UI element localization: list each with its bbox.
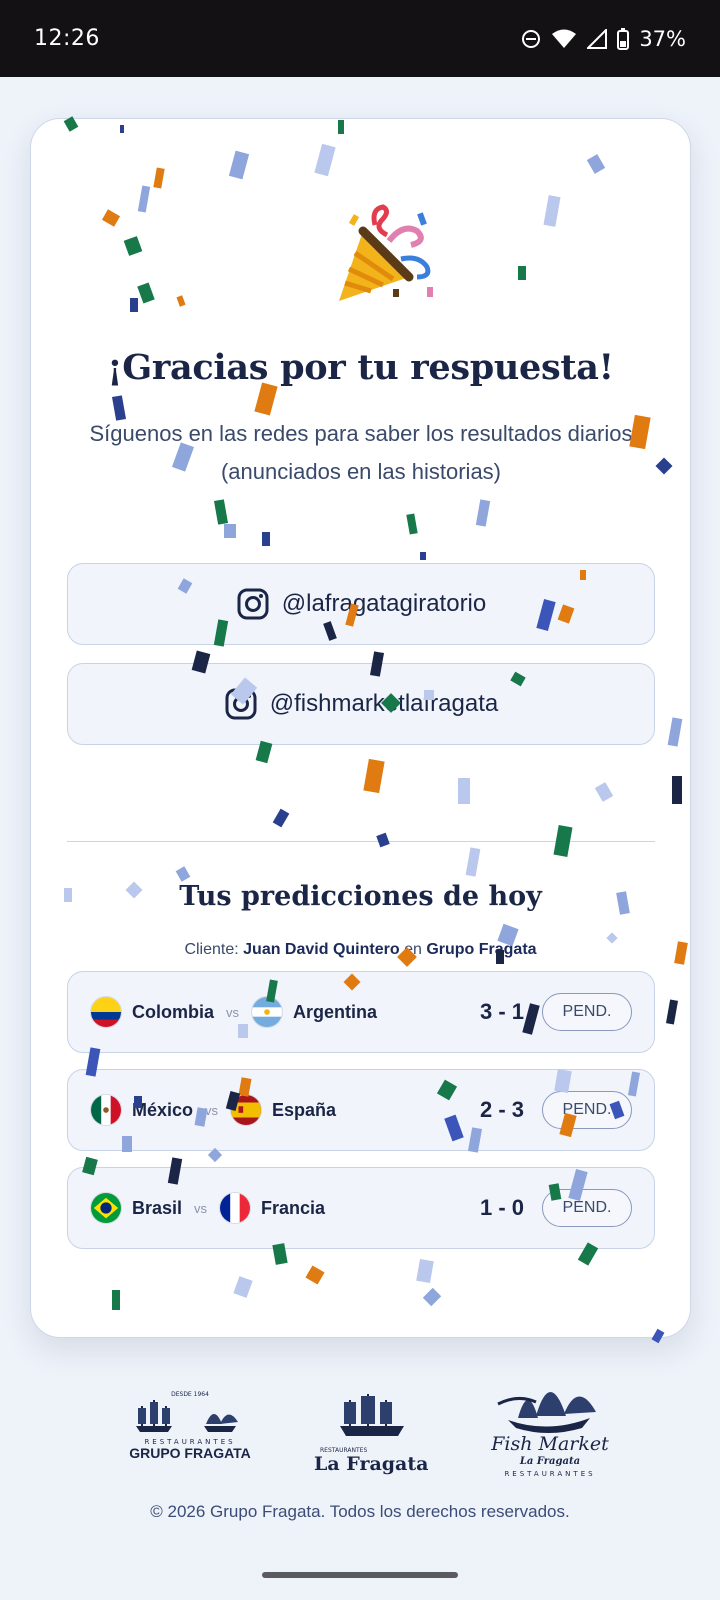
thanks-subtitle: Síguenos en las redes para saber los res… <box>89 421 633 484</box>
instagram-icon <box>237 588 269 620</box>
match-row: México vs España 2 - 3 PEND. <box>67 1069 655 1151</box>
social-handle: @fishmarketlafragata <box>269 690 499 717</box>
vs-label: vs <box>194 1200 208 1216</box>
social-link-lafragatagiratorio[interactable]: @lafragatagiratorio <box>67 563 655 645</box>
grupo-since: DESDE 1964 <box>171 1391 209 1398</box>
predictions-title: Tus predicciones de hoy <box>179 881 542 912</box>
client-company: Grupo Fragata <box>426 941 537 958</box>
france-flag-icon <box>219 1192 252 1224</box>
match-row: Colombia vs Argentina 3 - 1 PEND. <box>67 971 655 1053</box>
status-badge: PEND. <box>542 1189 632 1227</box>
fish-sub: La Fragata <box>519 1456 580 1467</box>
argentina-flag-icon <box>251 996 284 1028</box>
wifi-icon <box>552 29 577 48</box>
social-handle: @lafragatagiratorio <box>281 590 487 617</box>
grupo-name: GRUPO FRAGATA <box>129 1445 251 1461</box>
away-team: Argentina <box>293 1001 378 1022</box>
section-divider <box>67 841 655 842</box>
dnd-icon <box>522 29 541 48</box>
status-icons: 37% <box>521 27 686 51</box>
brand-logos: DESDE 1964 RESTAURANTES GRUPO FRAGATA RE… <box>0 1380 720 1500</box>
instagram-icon <box>225 688 257 720</box>
client-name: Juan David Quintero <box>243 941 400 958</box>
brazil-flag-icon <box>90 1192 122 1224</box>
fish-rest: RESTAURANTES <box>504 1470 595 1478</box>
footer-copyright: © 2026 Grupo Fragata. Todos los derechos… <box>150 1502 570 1521</box>
status-bar: 12:26 37% <box>0 0 720 77</box>
party-popper-icon <box>339 204 433 301</box>
match-score: 3 - 1 <box>479 999 524 1024</box>
battery-icon <box>617 27 630 50</box>
home-team: Colombia <box>132 1001 215 1022</box>
client-line: Cliente: Juan David Quintero en Grupo Fr… <box>31 941 690 959</box>
la-fragata-logo: RESTAURANTES La Fragata <box>314 1394 428 1475</box>
away-team: Francia <box>261 1197 326 1218</box>
status-badge: PEND. <box>542 1091 632 1129</box>
home-indicator[interactable] <box>262 1572 458 1578</box>
signal-icon <box>587 28 608 49</box>
grupo-fragata-logo: DESDE 1964 RESTAURANTES GRUPO FRAGATA <box>129 1391 251 1461</box>
fish-name: Fish Market <box>490 1433 609 1455</box>
away-team: España <box>272 1099 337 1120</box>
fish-market-logo: Fish Market La Fragata RESTAURANTES <box>490 1392 609 1478</box>
spain-flag-icon <box>230 1094 263 1126</box>
status-time: 12:26 <box>34 26 100 51</box>
home-team: Brasil <box>132 1197 183 1218</box>
social-link-fishmarketlafragata[interactable]: @fishmarketlafragata <box>67 663 655 745</box>
match-score: 1 - 0 <box>479 1195 524 1220</box>
client-mid: en <box>404 941 422 958</box>
lafragata-name: La Fragata <box>314 1453 428 1475</box>
vs-label: vs <box>226 1004 240 1020</box>
thanks-title: ¡Gracias por tu respuesta! <box>107 347 614 388</box>
vs-label: vs <box>205 1102 219 1118</box>
client-prefix: Cliente: <box>184 941 239 958</box>
thanks-card: ¡Gracias por tu respuesta! Síguenos en l… <box>30 118 691 1338</box>
mexico-flag-icon <box>90 1094 122 1126</box>
colombia-flag-icon <box>90 996 122 1028</box>
battery-level: 37% <box>639 26 686 51</box>
home-team: México <box>132 1099 194 1120</box>
match-score: 2 - 3 <box>479 1097 524 1122</box>
match-row: Brasil vs Francia 1 - 0 PEND. <box>67 1167 655 1249</box>
status-badge: PEND. <box>542 993 632 1031</box>
